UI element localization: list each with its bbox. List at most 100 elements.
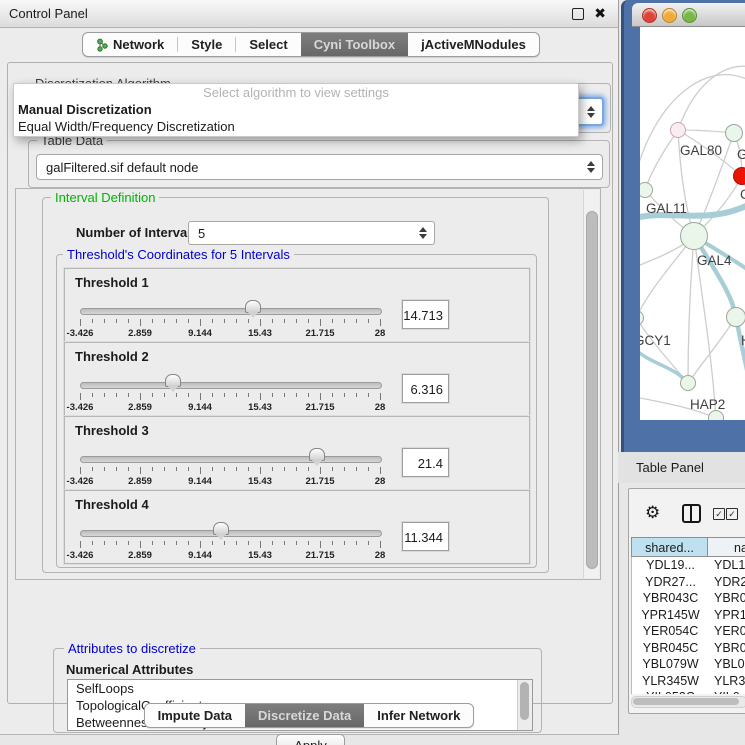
slider-tick — [80, 467, 81, 474]
network-node-g[interactable] — [725, 124, 743, 142]
attribute-item-selfloops[interactable]: SelfLoops — [68, 680, 532, 697]
close-icon[interactable]: ✖ — [594, 0, 606, 27]
interval-definition-title: Interval Definition — [51, 190, 159, 205]
slider-tick — [332, 541, 333, 545]
slider-tick — [176, 393, 177, 397]
tab-infer-network[interactable]: Infer Network — [364, 704, 473, 727]
slider-tick — [368, 467, 369, 471]
slider-tick-label: 15.43 — [238, 550, 282, 561]
slider-tick — [248, 319, 249, 323]
slider-tick — [320, 319, 321, 326]
slider-tick — [380, 393, 381, 400]
slider-tick — [248, 467, 249, 471]
table-horizontal-scrollbar-thumb[interactable] — [633, 698, 739, 705]
threshold-slider-track[interactable] — [80, 456, 382, 463]
popup-item-equal-width-frequency-discretization[interactable]: Equal Width/Frequency Discretization — [14, 118, 578, 135]
settings-scrollbar-thumb[interactable] — [586, 211, 598, 569]
slider-tick — [200, 319, 201, 326]
checkbox-icon[interactable]: ✓ — [713, 508, 725, 520]
threshold-value-field[interactable]: 6.316 — [402, 374, 449, 403]
control-panel-window: Control Panel ✖ NetworkStyleSelectCyni T… — [0, 0, 619, 735]
threshold-slider-thumb[interactable] — [245, 300, 261, 313]
node-label: C — [740, 187, 745, 202]
apply-button[interactable]: Apply — [276, 734, 345, 745]
slider-tick — [308, 319, 309, 323]
attributes-group-title: Attributes to discretize — [64, 641, 200, 656]
slider-tick-label: 28 — [358, 476, 402, 487]
network-node-gal80[interactable] — [670, 122, 686, 138]
network-node[interactable] — [708, 410, 724, 420]
slider-tick — [344, 467, 345, 471]
slider-tick-label: 2.859 — [118, 328, 162, 339]
close-traffic-light-icon[interactable] — [642, 8, 657, 23]
threshold-slider-track[interactable] — [80, 530, 382, 537]
threshold-value-field[interactable]: 14.713 — [402, 300, 449, 329]
table-data-combobox[interactable]: galFiltered.sif default node — [36, 154, 603, 180]
tab-cyni-toolbox[interactable]: Cyni Toolbox — [301, 33, 408, 56]
threshold-slider-track[interactable] — [80, 382, 382, 389]
slider-tick — [224, 319, 225, 323]
minimize-traffic-light-icon[interactable] — [662, 8, 677, 23]
slider-tick — [356, 541, 357, 545]
slider-tick — [116, 393, 117, 397]
slider-tick — [92, 467, 93, 471]
slider-tick — [212, 541, 213, 545]
split-columns-icon[interactable] — [682, 504, 701, 523]
popup-placeholder-item: Select algorithm to view settings — [14, 84, 578, 101]
tab-style[interactable]: Style — [178, 33, 235, 56]
table-row[interactable]: YLR345WYLR3 — [632, 673, 745, 690]
slider-tick — [212, 467, 213, 471]
threshold-slider-thumb[interactable] — [213, 522, 229, 535]
table-row[interactable]: YIL053CYIL0 — [632, 689, 745, 694]
tab-select[interactable]: Select — [236, 33, 300, 56]
network-node-hap2[interactable] — [680, 375, 696, 391]
table-row[interactable]: YDL19...YDL1 — [632, 557, 745, 574]
table-row[interactable]: YDR27...YDR2 — [632, 574, 745, 591]
slider-tick — [272, 393, 273, 397]
network-node-h[interactable] — [726, 307, 745, 327]
column-header-name[interactable]: na — [707, 537, 745, 557]
table-row[interactable]: YPR145WYPR1 — [632, 607, 745, 624]
threshold-value-field[interactable]: 21.4 — [402, 448, 449, 477]
node-label: GAL4 — [697, 253, 732, 268]
threshold-slider-thumb[interactable] — [165, 374, 181, 387]
tab-discretize-data[interactable]: Discretize Data — [245, 704, 364, 727]
table-row[interactable]: YBL079WYBL0 — [632, 656, 745, 673]
slider-tick — [332, 467, 333, 471]
slider-tick — [272, 541, 273, 545]
settings-scrollbar[interactable] — [583, 190, 599, 578]
popup-item-manual-discretization[interactable]: Manual Discretization — [14, 101, 578, 118]
network-node-c[interactable] — [733, 167, 745, 185]
network-canvas[interactable]: GAL80GCGAL11GAL4GCY1HHAP2 — [640, 27, 745, 420]
network-node-gal4[interactable] — [680, 222, 708, 250]
zoom-traffic-light-icon[interactable] — [682, 8, 697, 23]
slider-tick-label: 28 — [358, 550, 402, 561]
slider-tick — [284, 541, 285, 545]
tab-jactivemnodules[interactable]: jActiveMNodules — [408, 33, 539, 56]
slider-tick — [344, 541, 345, 545]
checkbox-icon[interactable]: ✓ — [726, 508, 738, 520]
threshold-value-field[interactable]: 11.344 — [402, 522, 449, 551]
slider-tick — [248, 393, 249, 397]
threshold-slider-thumb[interactable] — [309, 448, 325, 461]
slider-tick — [176, 541, 177, 545]
table-row[interactable]: YER054CYER0 — [632, 623, 745, 640]
algorithm-dropdown-popup: Select algorithm to view settings Manual… — [13, 83, 579, 137]
cell-shared-name: YER054C — [632, 623, 709, 640]
slider-tick — [236, 393, 237, 397]
slider-tick — [332, 393, 333, 397]
number-of-intervals-spinner[interactable]: 5 — [188, 221, 435, 245]
table-row[interactable]: YBR043CYBR0 — [632, 590, 745, 607]
slider-tick — [80, 393, 81, 400]
threshold-slider-track[interactable] — [80, 308, 382, 315]
table-row[interactable]: YBR045CYBR0 — [632, 640, 745, 657]
slider-tick — [356, 393, 357, 397]
column-header-shared-name[interactable]: shared... — [631, 537, 708, 557]
tab-impute-data[interactable]: Impute Data — [145, 704, 245, 727]
threshold-panel-3: Threshold 3-3.4262.8599.14415.4321.71528… — [64, 416, 530, 490]
gear-icon[interactable]: ⚙ — [645, 504, 660, 521]
slider-tick — [272, 319, 273, 323]
float-window-icon[interactable] — [572, 8, 584, 20]
table-horizontal-scrollbar[interactable] — [631, 696, 745, 708]
tab-network[interactable]: Network — [83, 33, 177, 56]
